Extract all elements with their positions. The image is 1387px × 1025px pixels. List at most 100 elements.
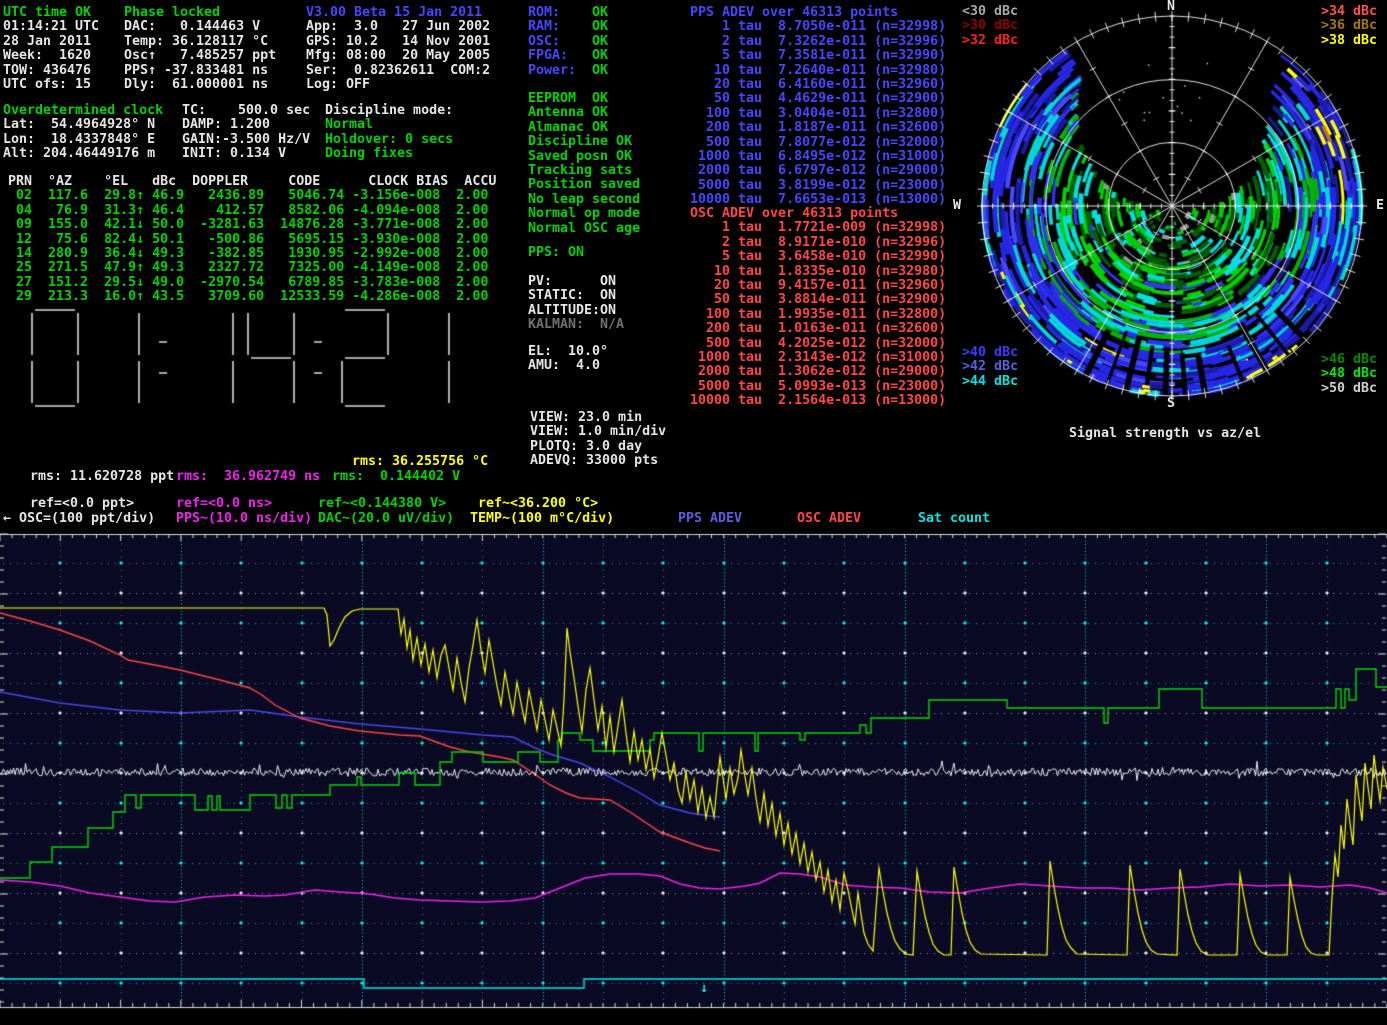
text-span: 50 tau 4.4629e-011 (n=32900)	[690, 91, 946, 106]
text-line: Holdover: 0 secs	[325, 133, 453, 147]
dbc-legend-bottom-right: >46 dBc>48 dBc>50 dBc	[1321, 353, 1377, 396]
text-span: DAC: 0.144463 V	[124, 19, 260, 34]
text-line: PPS ADEV	[678, 512, 742, 526]
text-line: 5000 tau 3.8199e-012 (n=23000)	[690, 179, 946, 193]
text-span: E	[1376, 198, 1384, 213]
text-line: EEPROM OK	[528, 92, 640, 106]
text-line: Almanac OK	[528, 121, 640, 135]
text-line: DAMP: 1.200	[182, 118, 310, 132]
text-line: Normal OSC age	[528, 222, 640, 236]
pps-adev-table: PPS ADEV over 46313 points 1 tau 8.7050e…	[690, 6, 946, 207]
text-line: Lon: 18.4337848° E	[3, 133, 163, 147]
text-line: UTC ofs: 15	[3, 78, 99, 92]
text-span: Position saved	[528, 177, 640, 192]
text-line: Ser: 0.82362611 COM:2	[306, 64, 490, 78]
text-span: 20 tau 9.4157e-011 (n=32960)	[690, 278, 946, 293]
text-span: PPS ADEV	[678, 511, 742, 526]
text-span: Lat: 54.4964928° N	[3, 117, 155, 132]
text-line: <30 dBc	[962, 5, 1018, 19]
text-line: 20 tau 9.4157e-011 (n=32960)	[690, 279, 946, 293]
text-line: GPS: 10.2 14 Nov 2001	[306, 35, 490, 49]
text-line: OSC ADEV over 46313 points	[690, 207, 946, 221]
text-span: 1 tau 8.7050e-011 (n=32998)	[690, 19, 946, 34]
text-span: rms: 0.144402 V	[332, 469, 460, 484]
text-span: Dly: 61.000001 ns	[124, 77, 268, 92]
text-line: GAIN:-3.500 Hz/V	[182, 133, 310, 147]
text-line: Antenna OK	[528, 106, 640, 120]
text-span: TEMP~(100 m°C/div)	[470, 511, 614, 526]
text-line: 200 tau 1.0163e-011 (n=32600)	[690, 322, 946, 336]
text-span: rms: 36.962749 ns	[176, 469, 320, 484]
text-span: >40 dBc	[962, 345, 1018, 360]
text-span: >42 dBc	[962, 359, 1018, 374]
rms-dac: rms: 0.144402 V	[332, 470, 460, 484]
compass-w: W	[953, 199, 961, 213]
text-line: AMU: 4.0	[528, 359, 608, 373]
text-line: App: 3.0 27 Jun 2002	[306, 20, 490, 34]
text-span: 27 151.2 29.5↓ 49.0 -2970.54 6789.85 -3.…	[8, 275, 488, 290]
text-span: OK	[592, 19, 608, 34]
text-line: ↓	[700, 982, 708, 996]
text-line: ref~<0.144380 V>	[318, 497, 446, 511]
pps-state: PPS: ON	[528, 246, 584, 260]
text-line: 100 tau 1.9935e-011 (n=32800)	[690, 308, 946, 322]
text-span: 14 280.9 36.4↓ 49.3 -382.85 1930.95 -2.9…	[8, 246, 488, 261]
text-line: 12 75.6 82.4↓ 50.1 -500.86 5695.15 -3.93…	[8, 233, 496, 247]
text-span: W	[953, 198, 961, 213]
text-span: 29 213.3 16.0↑ 43.5 3709.60 12533.59 -4.…	[8, 289, 488, 304]
text-line: Dly: 61.000001 ns	[124, 78, 276, 92]
text-span: EEPROM OK	[528, 91, 608, 106]
text-span: ↓	[700, 981, 708, 996]
text-span: OSC ADEV	[797, 511, 861, 526]
text-span: FPGA:	[528, 48, 592, 63]
text-line: KALMAN: N/A	[528, 318, 624, 332]
text-span: 2000 tau 6.6797e-012 (n=29000)	[690, 163, 946, 178]
compass-e: E	[1376, 199, 1384, 213]
text-line: W	[953, 199, 961, 213]
text-span: OK	[592, 5, 608, 20]
text-span: 2000 tau 1.3062e-012 (n=29000)	[690, 364, 946, 379]
text-span: DAMP: 1.200	[182, 117, 270, 132]
text-line: 200 tau 1.8187e-011 (n=32600)	[690, 121, 946, 135]
text-span: Overdetermined clock	[3, 103, 163, 118]
text-line: 2 tau 8.9171e-010 (n=32996)	[690, 236, 946, 250]
text-span: 10000 tau 7.6653e-013 (n=13000)	[690, 192, 946, 207]
text-span: DAC~(20.0 uV/div)	[318, 511, 454, 526]
text-line: PV: ON	[528, 275, 624, 289]
text-span: V3.00 Beta 15 Jan 2011	[306, 5, 482, 20]
text-span: OSC ADEV over 46313 points	[690, 206, 898, 221]
text-span: Signal strength vs az/el	[1069, 426, 1261, 441]
text-line: 09 155.0 42.1↓ 50.0 -3281.63 14876.28 -3…	[8, 218, 496, 232]
text-line: OSC: OK	[528, 35, 608, 49]
text-span: N	[1167, 0, 1175, 14]
mask-settings: EL: 10.0°AMU: 4.0	[528, 345, 608, 374]
text-line: Saved posn OK	[528, 150, 640, 164]
text-span: 500 tau 4.2025e-012 (n=32000)	[690, 336, 946, 351]
text-line: N	[1167, 0, 1175, 14]
text-line: FPGA: OK	[528, 49, 608, 63]
text-line: PLOTQ: 3.0 day	[530, 440, 666, 454]
text-line: Position saved	[528, 178, 640, 192]
text-line: 50 tau 3.8814e-011 (n=32900)	[690, 293, 946, 307]
text-span: PRN °AZ °EL dBc DOPPLER CODE CLOCK BIAS …	[8, 174, 496, 189]
ref-osc: ref=<0.0 ppt>	[30, 497, 134, 511]
text-span: >50 dBc	[1321, 381, 1377, 396]
text-span: Lon: 18.4337848° E	[3, 132, 155, 147]
text-line: Lat: 54.4964928° N	[3, 118, 163, 132]
text-line: >44 dBc	[962, 375, 1018, 389]
text-line: 5 tau 7.3581e-011 (n=32990)	[690, 49, 946, 63]
phase-status: Phase lockedDAC: 0.144463 VTemp: 36.1281…	[124, 6, 276, 92]
text-span: 5000 tau 5.0993e-013 (n=23000)	[690, 379, 946, 394]
text-line: >36 dBc	[1321, 19, 1377, 33]
text-span: Almanac OK	[528, 120, 608, 135]
text-span: INIT: 0.134 V	[182, 146, 286, 161]
scale-temp: TEMP~(100 m°C/div)	[470, 512, 614, 526]
text-line: 10000 tau 2.1564e-013 (n=13000)	[690, 394, 946, 408]
text-span: PV: ON	[528, 274, 616, 289]
text-line: 02 117.6 29.8↑ 46.9 2436.89 5046.74 -3.1…	[8, 189, 496, 203]
text-span: 04 76.9 31.3↑ 46.4 412.57 8582.06 -4.094…	[8, 203, 488, 218]
text-line: ref=<0.0 ppt>	[30, 497, 134, 511]
text-span: 5000 tau 3.8199e-012 (n=23000)	[690, 178, 946, 193]
text-span: 1000 tau 2.3143e-012 (n=31000)	[690, 350, 946, 365]
text-span: 28 Jan 2011	[3, 34, 91, 49]
